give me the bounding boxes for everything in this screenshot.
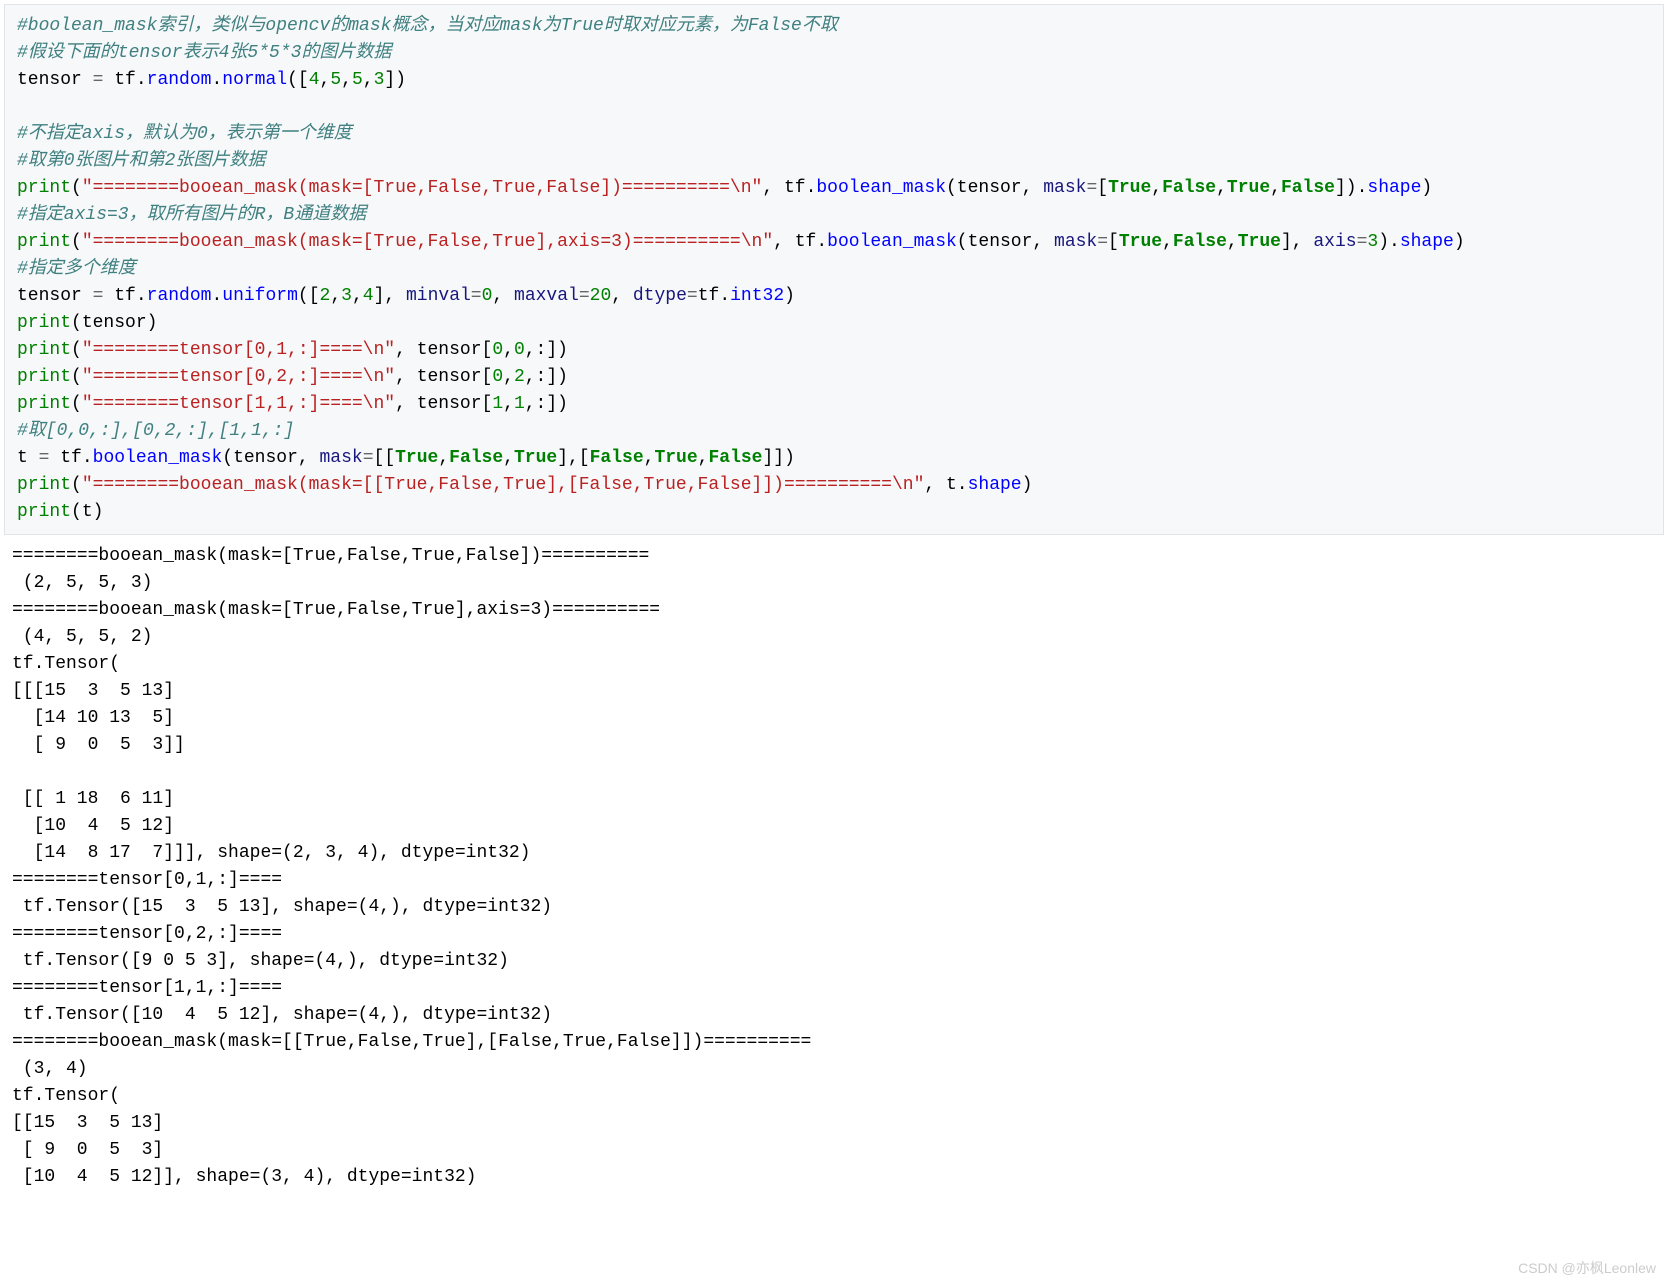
output-line: (3, 4) (12, 1059, 88, 1079)
output-line: ========tensor[0,2,:]==== (12, 924, 282, 944)
output-cell: ========booean_mask(mask=[True,False,Tru… (0, 539, 1668, 1195)
output-line: [14 10 13 5] (12, 708, 174, 728)
output-line: tf.Tensor( (12, 1086, 120, 1106)
output-line: (4, 5, 5, 2) (12, 627, 152, 647)
output-line: [ 9 0 5 3] (12, 1140, 163, 1160)
comment-line: #boolean_mask索引，类似与opencv的mask概念，当对应mask… (17, 16, 838, 36)
output-line: [10 4 5 12] (12, 816, 174, 836)
output-line: ========booean_mask(mask=[[True,False,Tr… (12, 1032, 811, 1052)
code-cell: #boolean_mask索引，类似与opencv的mask概念，当对应mask… (4, 4, 1664, 535)
output-line: tf.Tensor([10 4 5 12], shape=(4,), dtype… (12, 1005, 552, 1025)
output-line: tf.Tensor([15 3 5 13], shape=(4,), dtype… (12, 897, 552, 917)
output-line: ========tensor[1,1,:]==== (12, 978, 282, 998)
comment-line: #指定多个维度 (17, 259, 136, 279)
output-line: tf.Tensor([9 0 5 3], shape=(4,), dtype=i… (12, 951, 509, 971)
comment-line: #指定axis=3，取所有图片的R，B通道数据 (17, 205, 366, 225)
comment-line: #取[0,0,:],[0,2,:],[1,1,:] (17, 421, 294, 441)
output-line: (2, 5, 5, 3) (12, 573, 152, 593)
watermark: CSDN @亦枫Leonlew (1518, 1258, 1656, 1279)
output-line: ========booean_mask(mask=[True,False,Tru… (12, 600, 660, 620)
output-line: tf.Tensor( (12, 654, 120, 674)
output-line: [[ 1 18 6 11] (12, 789, 174, 809)
output-line: [ 9 0 5 3]] (12, 735, 185, 755)
output-line: [[[15 3 5 13] (12, 681, 174, 701)
output-line: [10 4 5 12]], shape=(3, 4), dtype=int32) (12, 1167, 476, 1187)
comment-line: #不指定axis，默认为0，表示第一个维度 (17, 124, 352, 144)
output-line: [14 8 17 7]]], shape=(2, 3, 4), dtype=in… (12, 843, 530, 863)
output-line: [[15 3 5 13] (12, 1113, 163, 1133)
comment-line: #假设下面的tensor表示4张5*5*3的图片数据 (17, 43, 391, 63)
output-line: ========tensor[0,1,:]==== (12, 870, 282, 890)
output-line: ========booean_mask(mask=[True,False,Tru… (12, 546, 649, 566)
comment-line: #取第0张图片和第2张图片数据 (17, 151, 265, 171)
